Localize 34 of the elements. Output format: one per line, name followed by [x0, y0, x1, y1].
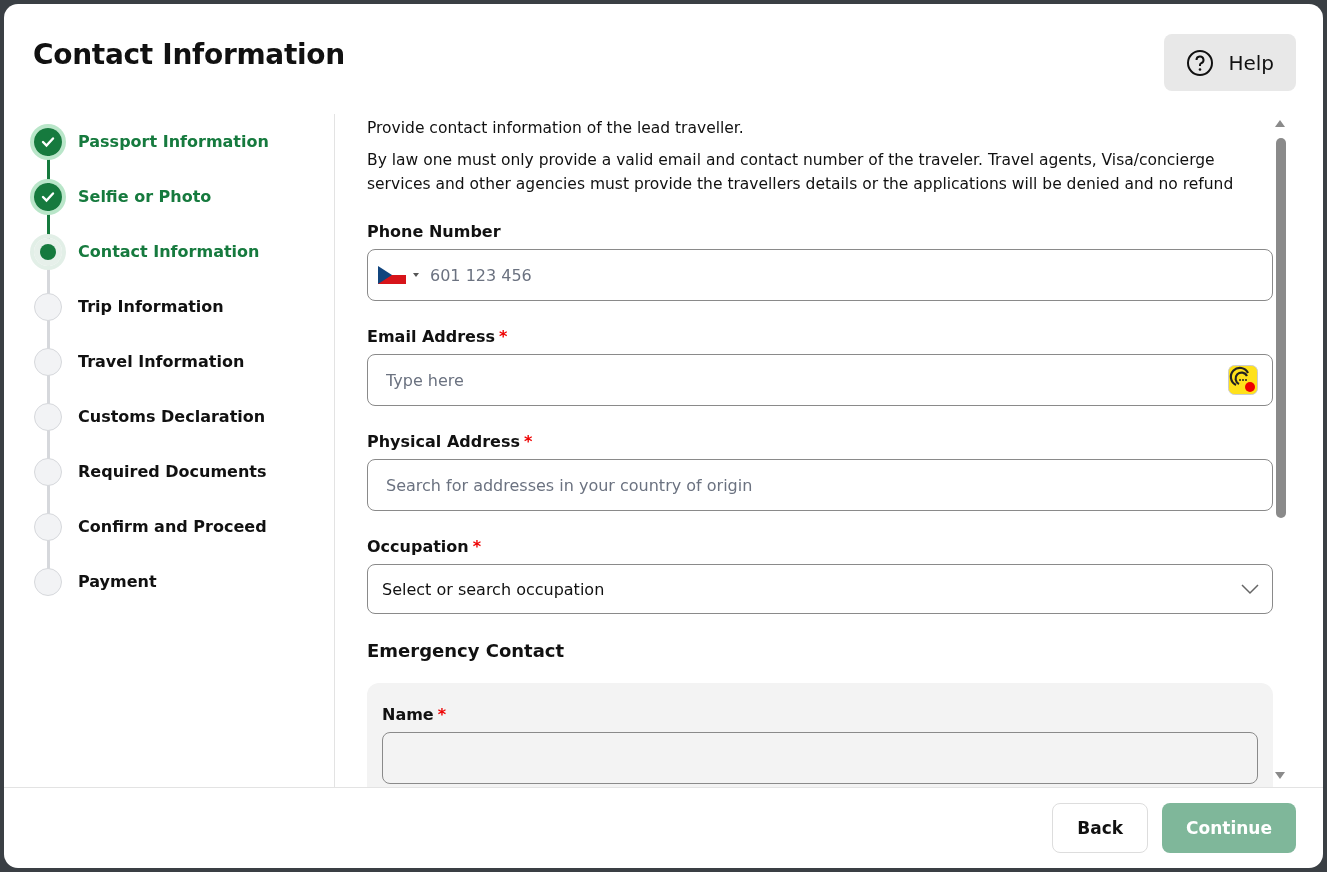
field-label: Occupation	[367, 537, 469, 556]
occupation-select[interactable]: Select or search occupation	[367, 564, 1273, 614]
step-item[interactable]: Contact Information	[34, 224, 260, 279]
required-asterisk: *	[499, 327, 508, 346]
text-field[interactable]	[382, 732, 1258, 784]
chevron-down-icon	[1240, 583, 1260, 595]
help-icon	[1186, 48, 1215, 77]
scroll-up-icon[interactable]	[1274, 118, 1286, 128]
caret-icon	[412, 272, 420, 278]
step-item[interactable]: Trip Information	[34, 279, 224, 334]
extension-badge-icon[interactable]	[1228, 365, 1258, 395]
required-asterisk: *	[472, 537, 482, 556]
step-item[interactable]: Customs Declaration	[34, 389, 266, 444]
help-button[interactable]: Help	[1164, 34, 1296, 91]
step-item[interactable]: Payment	[34, 554, 157, 609]
country-flag-dropdown[interactable]	[378, 266, 420, 284]
step-item[interactable]: Travel Information	[34, 334, 245, 389]
step-item[interactable]: Passport Information	[34, 114, 269, 169]
intro-text: By law one must only provide a valid email and contact number of the traveler. Travel agents, Visa/concierge services and other agencies must provide the travellers details or the applications will be denied and no refund	[367, 150, 1235, 195]
scroll-down-icon[interactable]	[1274, 771, 1286, 781]
required-asterisk: *	[437, 705, 447, 724]
field-label: Phone Number	[367, 222, 501, 241]
flag-icon	[378, 266, 406, 284]
step-item[interactable]: Selfie or Photo	[34, 169, 212, 224]
required-asterisk: *	[523, 432, 533, 451]
dialog-title: Contact Information	[33, 38, 345, 71]
section-heading: Emergency Contact	[367, 640, 566, 661]
field-label: Physical Address	[367, 432, 520, 451]
step-item[interactable]: Confirm and Proceed	[34, 499, 267, 554]
intro-text: Provide contact information of the lead traveller.	[367, 118, 745, 139]
step-item[interactable]: Required Documents	[34, 444, 267, 499]
field-label: Name	[382, 705, 434, 724]
field-label: Email Address	[367, 327, 495, 346]
back-button[interactable]: Back	[1052, 803, 1149, 853]
